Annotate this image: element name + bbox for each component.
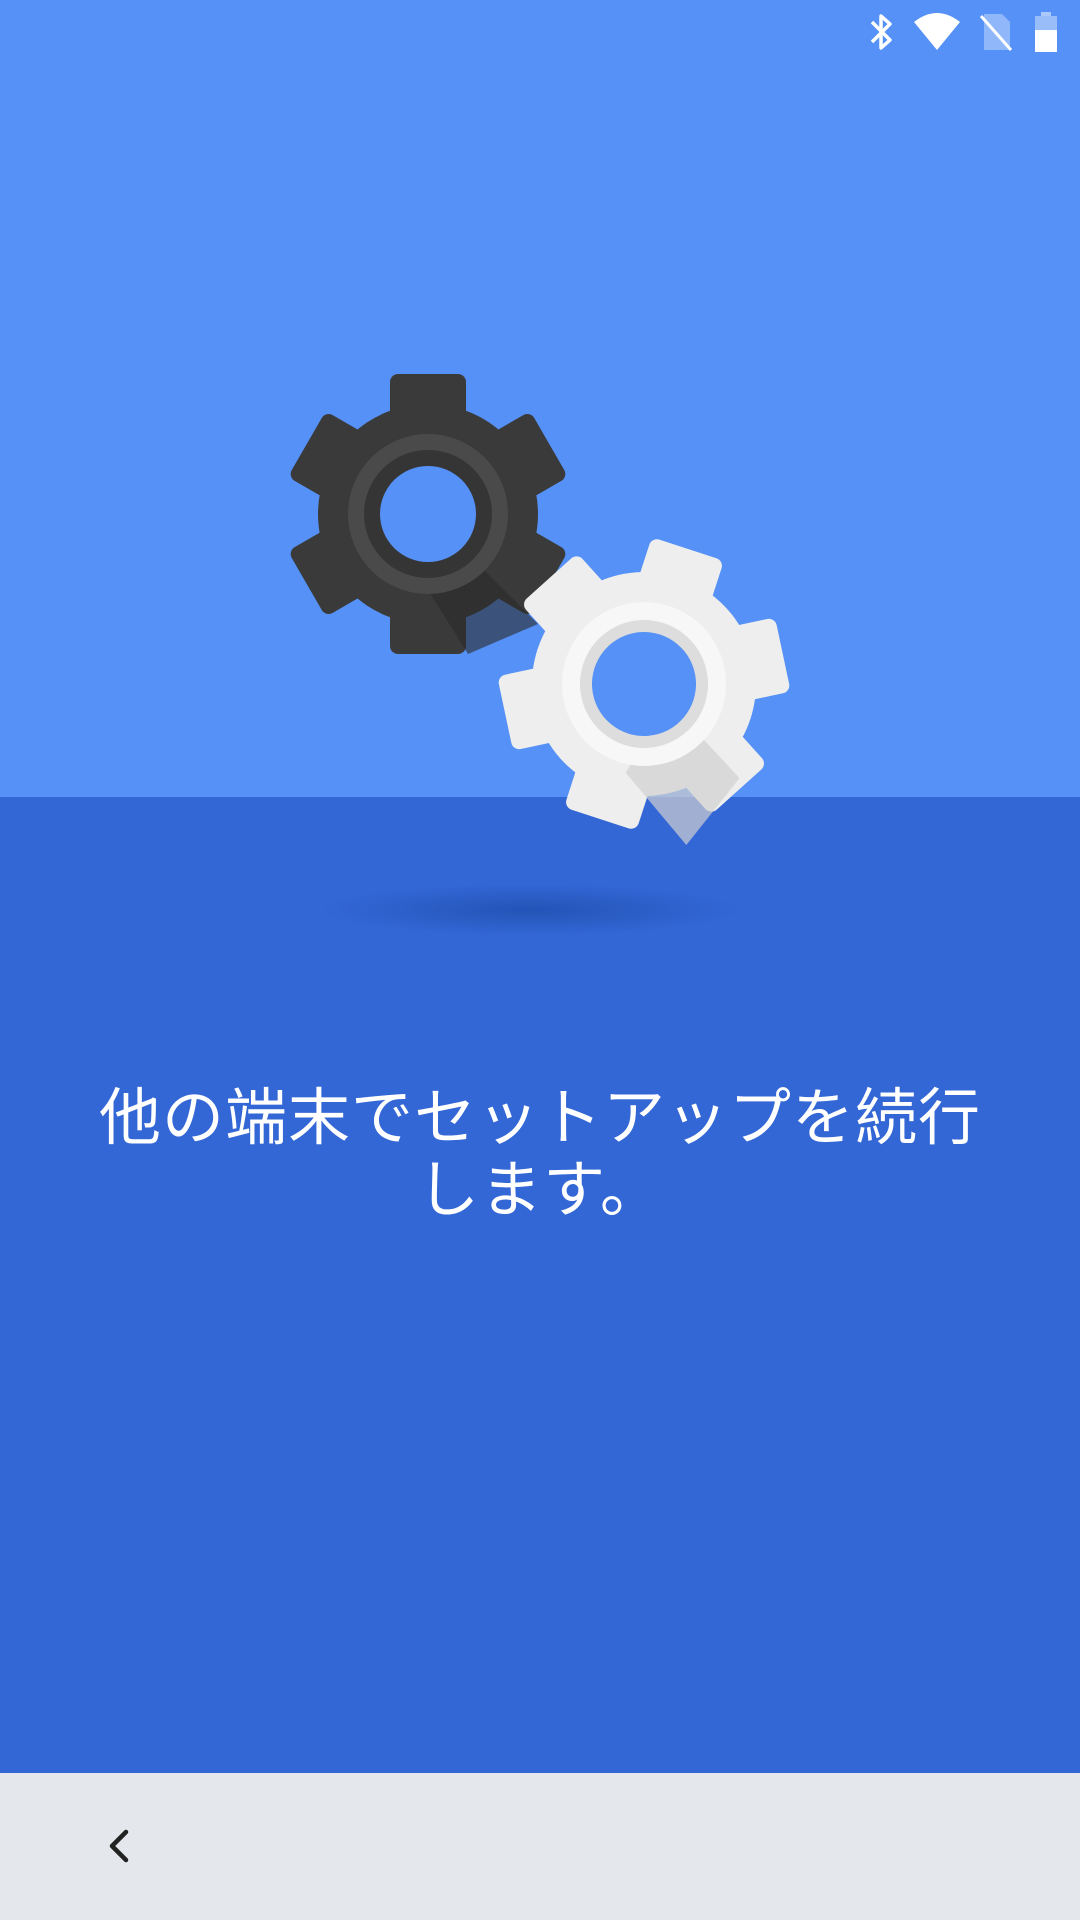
- navigation-bar: [0, 1773, 1080, 1920]
- gears-illustration: [290, 374, 790, 936]
- gear-shadow: [320, 884, 740, 936]
- setup-screen: 他の端末でセットアップを続行 します。: [0, 0, 1080, 1920]
- setup-message: 他の端末でセットアップを続行 します。: [80, 1082, 1000, 1226]
- message-line-1: 他の端末でセットアップを続行: [98, 1081, 981, 1154]
- dark-gear-icon: [290, 374, 566, 654]
- message-line-2: します。: [417, 1153, 663, 1226]
- chevron-left-icon: [109, 1829, 129, 1863]
- back-button[interactable]: [80, 1806, 160, 1886]
